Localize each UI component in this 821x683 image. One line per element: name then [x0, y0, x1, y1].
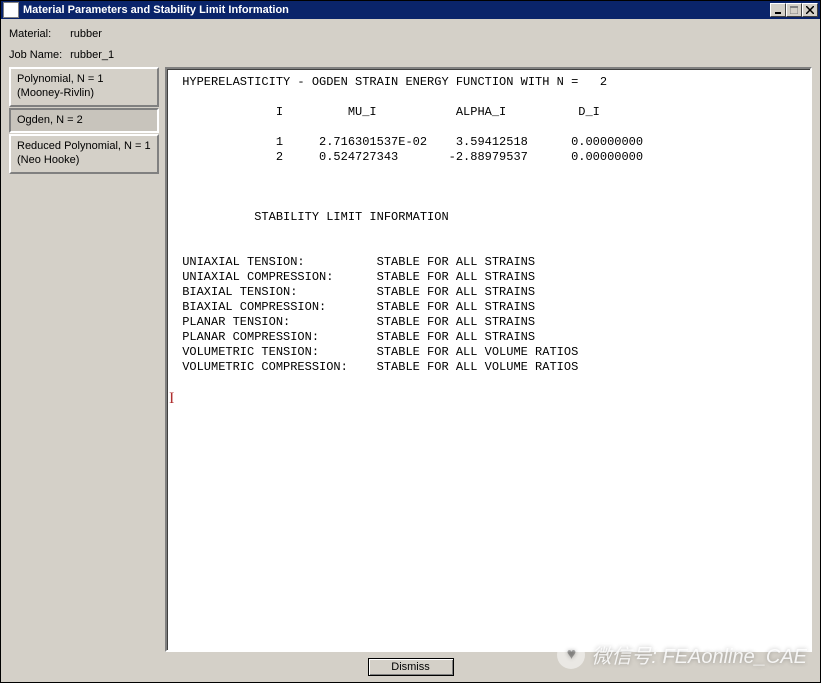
stability-title: STABILITY LIMIT INFORMATION [175, 210, 449, 224]
material-value: rubber [70, 28, 102, 40]
output-row-2: 2 0.524727343 -2.88979537 0.00000000 [175, 150, 643, 164]
output-col-header: I MU_I ALPHA_I D_I [175, 105, 600, 119]
jobname-value: rubber_1 [70, 49, 114, 61]
stability-line-3: BIAXIAL COMPRESSION: STABLE FOR ALL STRA… [175, 300, 535, 314]
stability-line-7: VOLUMETRIC COMPRESSION: STABLE FOR ALL V… [175, 360, 578, 374]
stability-line-5: PLANAR COMPRESSION: STABLE FOR ALL STRAI… [175, 330, 535, 344]
dialog-window: Material Parameters and Stability Limit … [0, 0, 821, 683]
maximize-button[interactable] [786, 3, 802, 17]
sidebar-item-polynomial[interactable]: Polynomial, N = 1 (Mooney-Rivlin) [9, 67, 159, 107]
material-label: Material: [9, 28, 67, 40]
text-cursor-icon: I [169, 389, 174, 409]
titlebar-buttons [770, 3, 818, 17]
dismiss-button[interactable]: Dismiss [368, 658, 454, 676]
material-row: Material: rubber [9, 28, 812, 40]
minimize-button[interactable] [770, 3, 786, 17]
titlebar: Material Parameters and Stability Limit … [1, 1, 820, 19]
model-list: Polynomial, N = 1 (Mooney-Rivlin) Ogden,… [9, 67, 159, 652]
button-row: Dismiss [9, 652, 812, 678]
maximize-icon [790, 6, 798, 14]
close-button[interactable] [802, 3, 818, 17]
jobname-label: Job Name: [9, 49, 67, 61]
stability-line-2: BIAXIAL TENSION: STABLE FOR ALL STRAINS [175, 285, 535, 299]
output-row-1: 1 2.716301537E-02 3.59412518 0.00000000 [175, 135, 643, 149]
stability-line-1: UNIAXIAL COMPRESSION: STABLE FOR ALL STR… [175, 270, 535, 284]
sidebar-item-reduced-polynomial[interactable]: Reduced Polynomial, N = 1 (Neo Hooke) [9, 134, 159, 174]
sidebar-item-ogden[interactable]: Ogden, N = 2 [9, 108, 159, 134]
body-row: Polynomial, N = 1 (Mooney-Rivlin) Ogden,… [9, 67, 812, 652]
jobname-row: Job Name: rubber_1 [9, 49, 812, 61]
app-icon [3, 2, 19, 18]
stability-line-0: UNIAXIAL TENSION: STABLE FOR ALL STRAINS [175, 255, 535, 269]
output-heading: HYPERELASTICITY - OGDEN STRAIN ENERGY FU… [175, 75, 607, 89]
minimize-icon [774, 6, 782, 14]
stability-line-4: PLANAR TENSION: STABLE FOR ALL STRAINS [175, 315, 535, 329]
window-title: Material Parameters and Stability Limit … [23, 4, 770, 16]
output-panel[interactable]: HYPERELASTICITY - OGDEN STRAIN ENERGY FU… [165, 67, 812, 652]
client-area: Material: rubber Job Name: rubber_1 Poly… [1, 19, 820, 682]
close-icon [806, 6, 814, 14]
stability-line-6: VOLUMETRIC TENSION: STABLE FOR ALL VOLUM… [175, 345, 578, 359]
